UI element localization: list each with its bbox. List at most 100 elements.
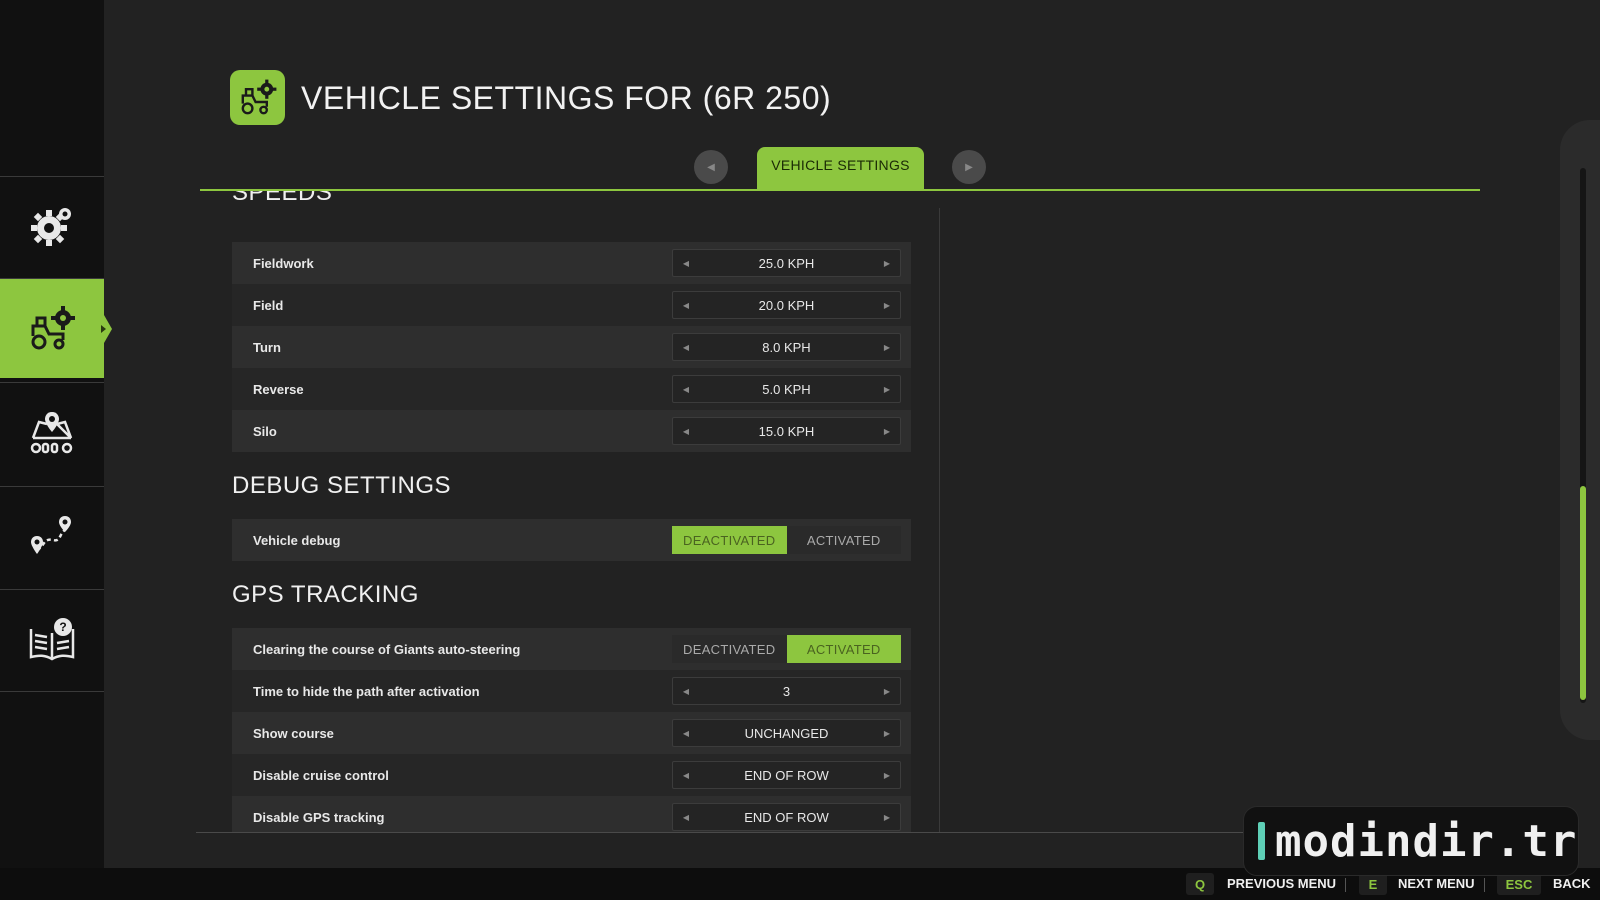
active-indicator [101,325,106,333]
speed-stepper-silo[interactable]: ◀ 15.0 KPH ▶ [672,417,901,445]
panel-bottom-line [196,832,1256,833]
arrow-left-icon[interactable]: ◀ [681,687,691,696]
setting-row-fieldwork: Fieldwork ◀ 25.0 KPH ▶ [232,242,911,284]
watermark-text: modindir.tr [1275,815,1578,867]
speed-stepper-reverse[interactable]: ◀ 5.0 KPH ▶ [672,375,901,403]
stepper-value: 3 [782,683,791,699]
speed-stepper-turn[interactable]: ◀ 8.0 KPH ▶ [672,333,901,361]
header-vehicle-icon [230,70,285,125]
setting-label: Disable GPS tracking [253,809,385,825]
speed-stepper-field[interactable]: ◀ 20.0 KPH ▶ [672,291,901,319]
settings-panel[interactable]: SPEEDS Fieldwork ◀ 25.0 KPH ▶ Field ◀ 20… [200,191,940,832]
speed-stepper-fieldwork[interactable]: ◀ 25.0 KPH ▶ [672,249,901,277]
chevron-right-icon: ▶ [965,161,973,173]
page-title: VEHICLE SETTINGS FOR (6R 250) [301,80,832,116]
footer-separator [1345,878,1346,892]
arrow-right-icon[interactable]: ▶ [882,687,892,696]
sidebar-item-general-settings[interactable] [0,176,104,276]
setting-row-show-course: Show course ◀ UNCHANGED ▶ [232,712,911,754]
arrow-right-icon[interactable]: ▶ [882,813,892,822]
section-title-speeds: SPEEDS [232,191,333,206]
sidebar-item-help[interactable]: ? [0,589,104,689]
stepper-value: 8.0 KPH [762,339,811,355]
setting-row-turn: Turn ◀ 8.0 KPH ▶ [232,326,911,368]
key-hint-esc: ESC [1497,873,1541,895]
clear-course-toggle[interactable]: DEACTIVATED ACTIVATED [672,635,901,663]
stepper-value: UNCHANGED [744,725,829,741]
tab-prev-button[interactable]: ◀ [694,150,728,184]
setting-label: Show course [253,725,334,741]
arrow-right-icon[interactable]: ▶ [882,259,892,268]
tractor-gear-icon [241,79,276,114]
section-title-gps: GPS TRACKING [232,581,419,608]
stepper-value: 15.0 KPH [758,423,815,439]
arrow-right-icon[interactable]: ▶ [882,729,892,738]
show-course-stepper[interactable]: ◀ UNCHANGED ▶ [672,719,901,747]
arrow-left-icon[interactable]: ◀ [681,385,691,394]
setting-label: Clearing the course of Giants auto-steer… [253,641,521,657]
help-book-icon: ? [29,617,75,660]
setting-row-vehicle-debug: Vehicle debug DEACTIVATED ACTIVATED [232,519,911,561]
setting-row-hide-path-time: Time to hide the path after activation ◀… [232,670,911,712]
stepper-value: 5.0 KPH [762,381,811,397]
setting-label: Vehicle debug [253,532,341,548]
disable-cruise-control-stepper[interactable]: ◀ END OF ROW ▶ [672,761,901,789]
arrow-left-icon[interactable]: ◀ [681,427,691,436]
arrow-left-icon[interactable]: ◀ [681,771,691,780]
key-hint-e: E [1359,873,1387,895]
setting-row-field: Field ◀ 20.0 KPH ▶ [232,284,911,326]
chevron-left-icon: ◀ [707,161,715,173]
arrow-left-icon[interactable]: ◀ [681,259,691,268]
stepper-value: 25.0 KPH [758,255,815,271]
arrow-left-icon[interactable]: ◀ [681,729,691,738]
setting-label: Turn [253,339,281,355]
setting-row-clear-course: Clearing the course of Giants auto-steer… [232,628,911,670]
setting-label: Disable cruise control [253,767,389,783]
gear-icon [31,207,71,246]
arrow-right-icon[interactable]: ▶ [882,771,892,780]
tab-vehicle-settings[interactable]: VEHICLE SETTINGS [757,147,924,190]
arrow-right-icon[interactable]: ▶ [882,427,892,436]
panel-divider [939,208,940,832]
tractor-gear-icon [31,305,75,349]
setting-label: Reverse [253,381,304,397]
watermark: modindir.tr [1243,806,1579,876]
toggle-option-deactivated[interactable]: DEACTIVATED [672,635,787,663]
setting-row-disable-cruise-control: Disable cruise control ◀ END OF ROW ▶ [232,754,911,796]
previous-menu-button[interactable]: PREVIOUS MENU [1227,876,1336,891]
sidebar-divider [0,691,104,692]
arrow-left-icon[interactable]: ◀ [681,813,691,822]
disable-gps-tracking-stepper[interactable]: ◀ END OF ROW ▶ [672,803,901,831]
vehicle-debug-toggle[interactable]: DEACTIVATED ACTIVATED [672,526,901,554]
stepper-value: 20.0 KPH [758,297,815,313]
footer-separator [1484,878,1485,892]
arrow-left-icon[interactable]: ◀ [681,301,691,310]
arrow-right-icon[interactable]: ▶ [882,343,892,352]
section-title-debug: DEBUG SETTINGS [232,472,452,499]
arrow-right-icon[interactable]: ▶ [882,301,892,310]
stepper-value: END OF ROW [744,809,829,825]
stepper-value: END OF ROW [744,767,829,783]
sidebar-item-field-work[interactable] [0,382,104,482]
back-button[interactable]: BACK [1553,876,1591,891]
key-hint-q: Q [1186,873,1214,895]
setting-label: Field [253,297,284,313]
arrow-right-icon[interactable]: ▶ [882,385,892,394]
field-map-icon [30,411,73,453]
hide-path-time-stepper[interactable]: ◀ 3 ▶ [672,677,901,705]
setting-row-disable-gps-tracking: Disable GPS tracking ◀ END OF ROW ▶ [232,796,911,832]
arrow-left-icon[interactable]: ◀ [681,343,691,352]
svg-text:?: ? [59,620,66,634]
toggle-option-activated[interactable]: ACTIVATED [787,526,902,554]
setting-row-reverse: Reverse ◀ 5.0 KPH ▶ [232,368,911,410]
route-pins-icon [31,515,71,554]
toggle-option-activated[interactable]: ACTIVATED [786,635,901,663]
tab-next-button[interactable]: ▶ [952,150,986,184]
sidebar-item-vehicle-settings[interactable] [0,278,112,378]
scrollbar-thumb[interactable] [1580,486,1586,700]
next-menu-button[interactable]: NEXT MENU [1398,876,1475,891]
sidebar-item-course-generator[interactable] [0,486,104,586]
setting-label: Fieldwork [253,255,314,271]
toggle-option-deactivated[interactable]: DEACTIVATED [672,526,787,554]
setting-label: Silo [253,423,277,439]
